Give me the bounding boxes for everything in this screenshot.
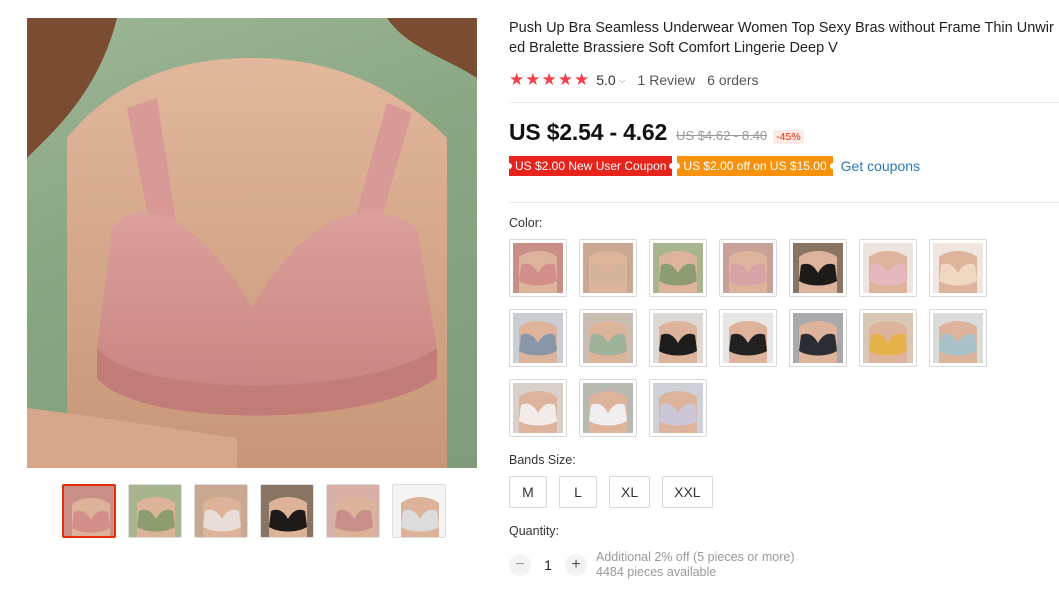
quantity-label: Quantity: (509, 524, 560, 538)
size-option[interactable]: M (509, 476, 547, 508)
new-user-coupon[interactable]: US $2.00 New User Coupon (509, 156, 673, 176)
bulk-discount-note: Additional 2% off (5 pieces or more) (596, 550, 795, 564)
color-swatch[interactable] (509, 379, 567, 437)
divider (509, 102, 1059, 103)
original-price: US $4.62 - 8.40 (676, 128, 768, 143)
swatch-image (653, 313, 703, 363)
star-icon: ★ (557, 70, 573, 89)
thumbnail-image (261, 485, 313, 537)
rating-value[interactable]: 5.0 (596, 72, 615, 88)
color-swatch[interactable] (859, 239, 917, 297)
swatch-image (653, 383, 703, 433)
color-swatch[interactable] (929, 239, 987, 297)
gallery-thumbnail[interactable] (128, 484, 182, 538)
star-icon: ★ (525, 70, 541, 89)
quantity-stepper: − 1 + Additional 2% off (5 pieces or mor… (509, 550, 794, 580)
gallery-thumbnail[interactable] (326, 484, 380, 538)
product-info: Push Up Bra Seamless Underwear Women Top… (509, 18, 1059, 176)
color-swatch[interactable] (789, 239, 847, 297)
size-option[interactable]: XXL (662, 476, 713, 508)
thumbnail-image (129, 485, 181, 537)
swatch-image (933, 243, 983, 293)
quantity-note: Additional 2% off (5 pieces or more) 448… (596, 550, 794, 580)
size-option[interactable]: L (559, 476, 597, 508)
swatch-image (513, 243, 563, 293)
color-swatch[interactable] (579, 309, 637, 367)
product-title: Push Up Bra Seamless Underwear Women Top… (509, 20, 1054, 56)
get-coupons-link[interactable]: Get coupons (841, 158, 920, 174)
bands-size-label: Bands Size: (509, 453, 576, 467)
gallery-thumbnail[interactable] (260, 484, 314, 538)
divider (509, 202, 1059, 203)
quantity-value[interactable]: 1 (531, 557, 565, 573)
swatch-image (653, 243, 703, 293)
store-coupon[interactable]: US $2.00 off on US $15.00 (677, 156, 833, 176)
product-photo (27, 18, 477, 468)
stock-available: 4484 pieces available (596, 565, 717, 579)
increase-quantity-button[interactable]: + (565, 554, 587, 576)
gallery-thumbnail[interactable] (62, 484, 116, 538)
swatch-image (723, 313, 773, 363)
color-swatch[interactable] (579, 379, 637, 437)
chevron-down-icon[interactable]: ⌵ (619, 75, 626, 86)
size-options: M L XL XXL (509, 476, 713, 508)
main-product-image[interactable] (27, 18, 477, 468)
swatch-image (793, 313, 843, 363)
swatch-image (933, 313, 983, 363)
color-swatch[interactable] (649, 309, 707, 367)
color-swatch[interactable] (719, 309, 777, 367)
gallery-thumbnail[interactable] (392, 484, 446, 538)
rating-row: ★ ★ ★ ★ ★ 5.0 ⌵ 1 Review 6 orders (509, 68, 1054, 92)
gallery-thumbnail[interactable] (194, 484, 248, 538)
color-swatch[interactable] (509, 309, 567, 367)
swatch-image (863, 313, 913, 363)
color-label: Color: (509, 216, 543, 230)
color-swatch[interactable] (509, 239, 567, 297)
reviews-link[interactable]: 1 Review (638, 72, 696, 88)
swatch-image (583, 243, 633, 293)
color-swatch[interactable] (579, 239, 637, 297)
swatch-image (513, 383, 563, 433)
color-swatch[interactable] (649, 379, 707, 437)
color-swatch[interactable] (719, 239, 777, 297)
thumbnail-image (327, 485, 379, 537)
swatch-image (723, 243, 773, 293)
swatch-image (863, 243, 913, 293)
thumbnail-image (64, 486, 114, 536)
thumbnail-strip (62, 484, 446, 538)
current-price: US $2.54 - 4.62 (509, 119, 668, 145)
thumbnail-image (393, 485, 445, 537)
color-swatch[interactable] (649, 239, 707, 297)
size-option[interactable]: XL (609, 476, 651, 508)
star-rating: ★ ★ ★ ★ ★ (509, 70, 589, 90)
swatch-image (583, 313, 633, 363)
color-swatch[interactable] (859, 309, 917, 367)
color-swatch[interactable] (789, 309, 847, 367)
price-row: US $2.54 - 4.62 US $4.62 - 8.40 -45% (509, 119, 1054, 146)
swatch-image (513, 313, 563, 363)
color-swatches (509, 239, 999, 437)
swatch-image (793, 243, 843, 293)
thumbnail-image (195, 485, 247, 537)
orders-count: 6 orders (707, 72, 759, 88)
star-icon: ★ (509, 70, 525, 89)
discount-badge: -45% (773, 130, 804, 144)
decrease-quantity-button[interactable]: − (509, 554, 531, 576)
coupon-row: US $2.00 New User Coupon US $2.00 off on… (509, 156, 1054, 176)
star-icon: ★ (541, 70, 557, 89)
star-icon: ★ (574, 70, 590, 89)
swatch-image (583, 383, 633, 433)
color-swatch[interactable] (929, 309, 987, 367)
